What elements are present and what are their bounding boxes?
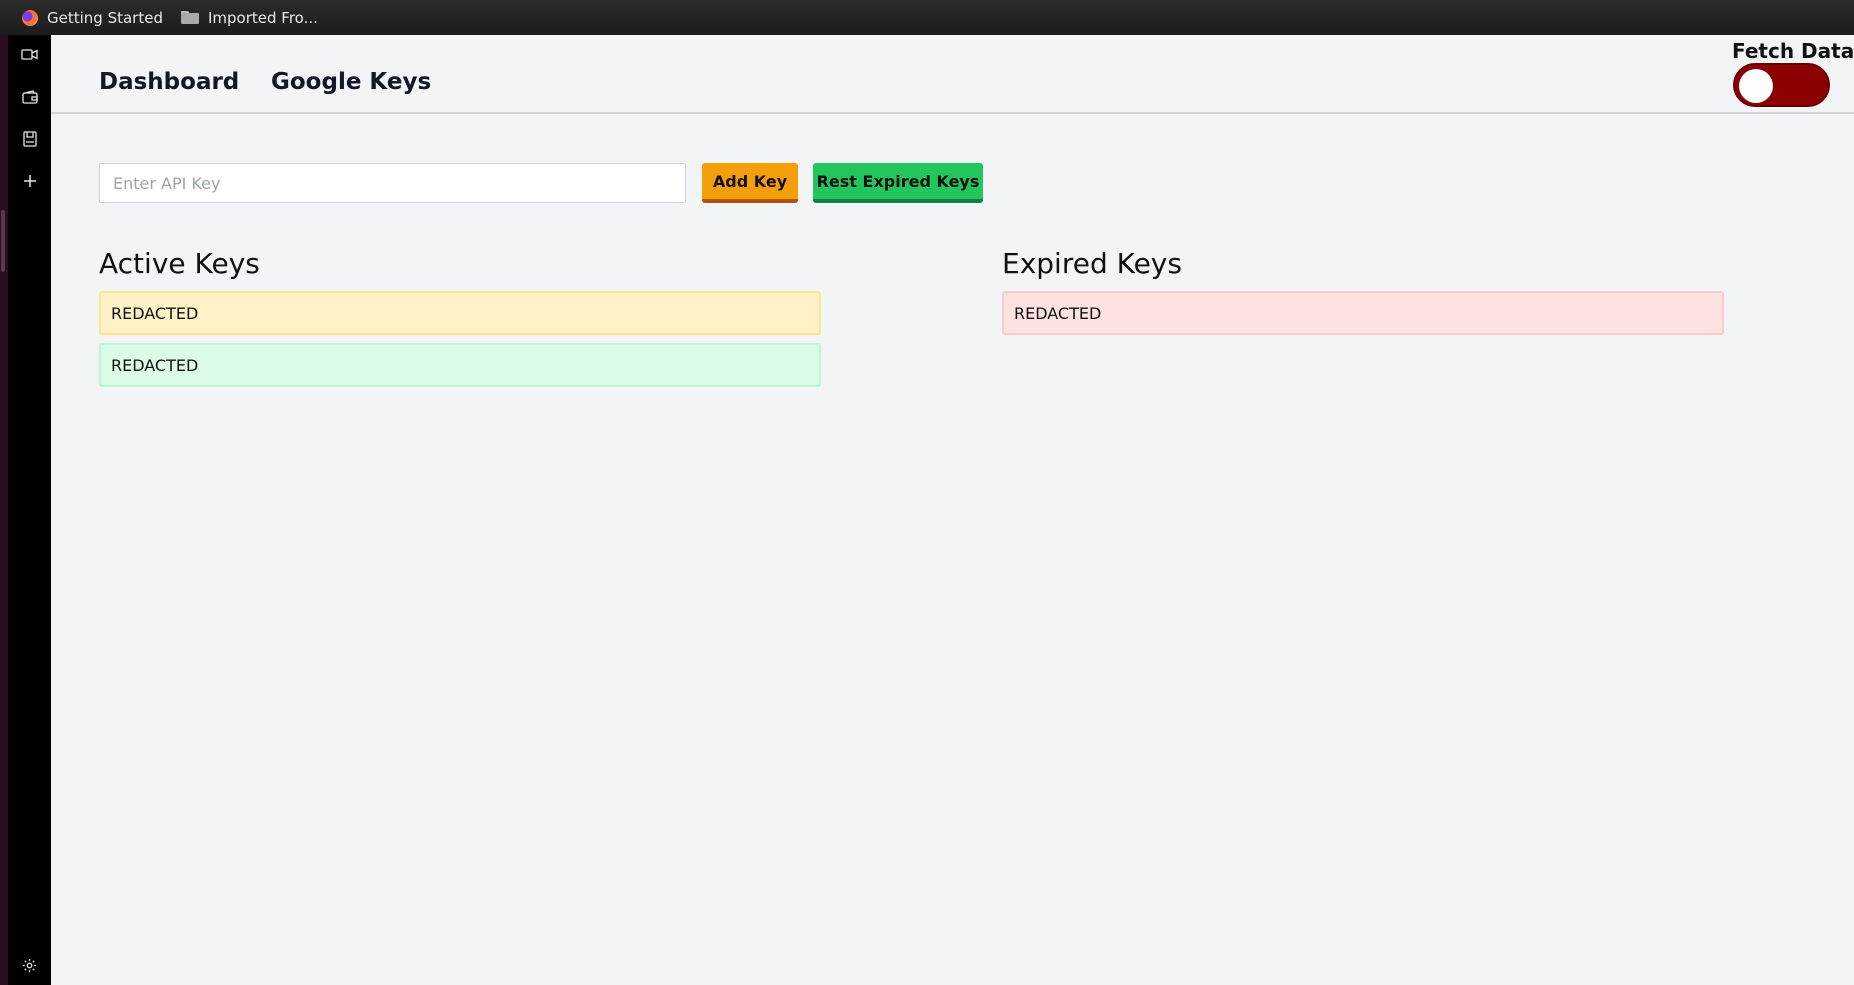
browser-sidebar xyxy=(8,35,51,985)
resize-handle[interactable] xyxy=(1,210,5,272)
firefox-icon xyxy=(22,9,38,26)
api-key-input[interactable] xyxy=(99,163,686,203)
active-key-item: REDACTED xyxy=(99,291,821,335)
fetch-data-label: Fetch Data xyxy=(1732,39,1854,63)
add-key-button[interactable]: Add Key xyxy=(702,163,798,203)
expired-key-item: REDACTED xyxy=(1002,291,1724,335)
nav-link-google-keys[interactable]: Google Keys xyxy=(271,69,431,95)
bookmark-label: Getting Started xyxy=(47,8,163,27)
nav-link-dashboard[interactable]: Dashboard xyxy=(99,69,239,95)
main-content: Dashboard Google Keys Fetch Data Add Key… xyxy=(51,35,1854,985)
bookmark-getting-started[interactable]: Getting Started xyxy=(22,9,163,27)
bookmark-label: Imported Fro... xyxy=(207,8,318,27)
folder-icon xyxy=(180,11,199,24)
bookmarks-bar: Getting Started Imported Fro... xyxy=(0,0,1854,35)
wallet-icon[interactable] xyxy=(20,87,39,106)
active-keys-title: Active Keys xyxy=(99,247,260,280)
window-edge xyxy=(0,35,8,985)
plus-icon[interactable] xyxy=(20,171,39,190)
gear-icon[interactable] xyxy=(20,956,39,975)
video-icon[interactable] xyxy=(20,45,39,64)
toggle-thumb xyxy=(1739,69,1773,103)
reset-expired-keys-button[interactable]: Rest Expired Keys xyxy=(813,163,983,203)
active-key-item: REDACTED xyxy=(99,343,821,387)
fetch-data-toggle[interactable] xyxy=(1733,63,1830,107)
bookmark-imported-folder[interactable]: Imported Fro... xyxy=(180,8,318,27)
expired-keys-title: Expired Keys xyxy=(1002,247,1182,280)
save-icon[interactable] xyxy=(20,129,39,148)
top-nav: Dashboard Google Keys Fetch Data xyxy=(51,35,1854,114)
